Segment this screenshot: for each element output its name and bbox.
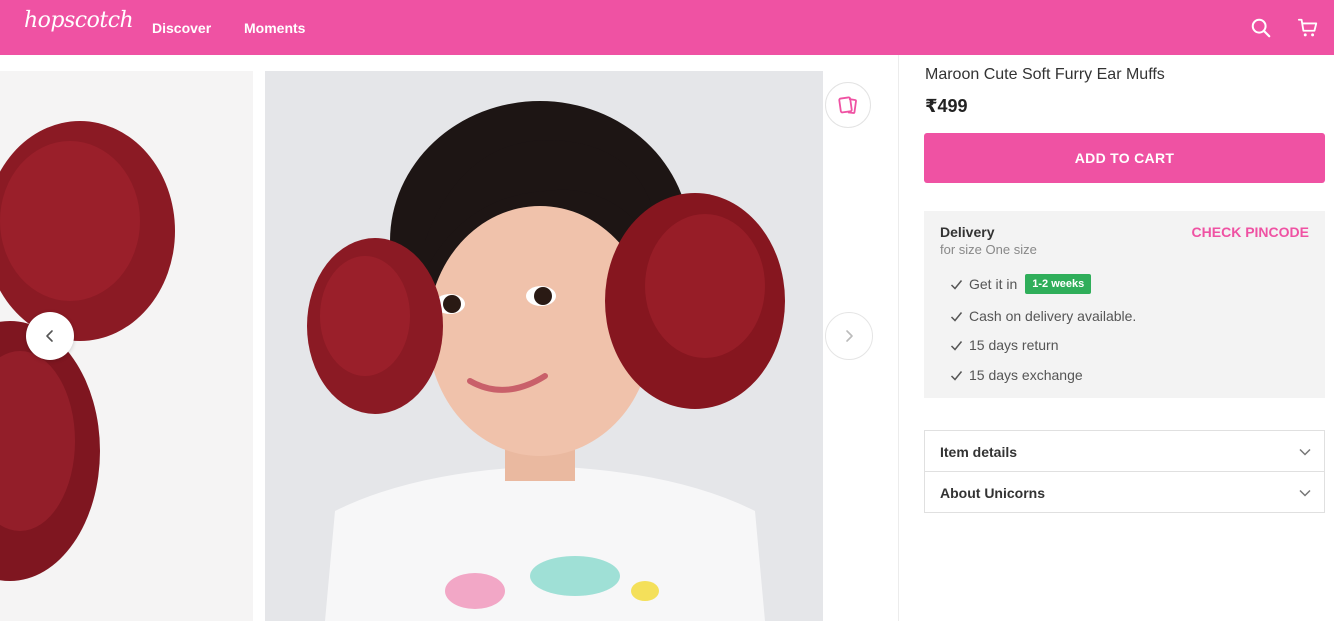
model-wearing-earmuffs-image <box>265 71 823 621</box>
get-it-in-label: Get it in <box>969 276 1018 292</box>
delivery-size-note: for size One size <box>940 242 1037 257</box>
chevron-right-icon <box>846 330 853 342</box>
eta-badge: 1-2 weeks <box>1025 274 1092 294</box>
next-image-button[interactable] <box>825 312 873 360</box>
nav-moments[interactable]: Moments <box>244 20 305 36</box>
add-to-cart-button[interactable]: ADD TO CART <box>924 133 1325 183</box>
exchange-label: 15 days exchange <box>969 367 1083 383</box>
accordion-label: About Unicorns <box>940 485 1045 501</box>
accordion-label: Item details <box>940 444 1018 460</box>
product-gallery <box>0 55 898 621</box>
cod-row: Cash on delivery available. <box>950 308 1136 324</box>
check-icon <box>950 370 963 381</box>
chevron-down-icon <box>1299 489 1311 497</box>
nav-discover[interactable]: Discover <box>152 20 211 36</box>
check-icon <box>950 279 963 290</box>
wishlist-icon <box>838 96 857 114</box>
delivery-eta-row: Get it in 1-2 weeks <box>950 274 1092 294</box>
search-icon[interactable] <box>1250 17 1272 39</box>
product-image-main[interactable] <box>265 71 823 621</box>
exchange-row: 15 days exchange <box>950 367 1083 383</box>
delivery-title: Delivery <box>940 224 995 240</box>
return-label: 15 days return <box>969 337 1059 353</box>
check-icon <box>950 340 963 351</box>
logo-text: hopscotch <box>24 8 134 33</box>
cod-label: Cash on delivery available. <box>969 308 1137 324</box>
cart-icon[interactable] <box>1297 17 1319 39</box>
prev-image-button[interactable] <box>26 312 74 360</box>
hopscotch-logo[interactable]: hopscotch <box>24 8 134 33</box>
return-row: 15 days return <box>950 337 1059 353</box>
accordion-item-details[interactable]: Item details <box>924 430 1325 472</box>
wishlist-button[interactable] <box>825 82 871 128</box>
product-title: Maroon Cute Soft Furry Ear Muffs <box>925 66 1165 83</box>
check-icon <box>950 311 963 322</box>
chevron-down-icon <box>1299 448 1311 456</box>
panel-divider <box>898 55 899 621</box>
check-pincode-link[interactable]: CHECK PINCODE <box>1192 224 1309 240</box>
top-header: hopscotch Discover Moments <box>0 0 1334 55</box>
accordion-about-brand[interactable]: About Unicorns <box>924 471 1325 513</box>
delivery-box: Delivery for size One size CHECK PINCODE… <box>924 211 1325 398</box>
product-price: ₹499 <box>925 96 968 116</box>
chevron-left-icon <box>46 330 53 342</box>
